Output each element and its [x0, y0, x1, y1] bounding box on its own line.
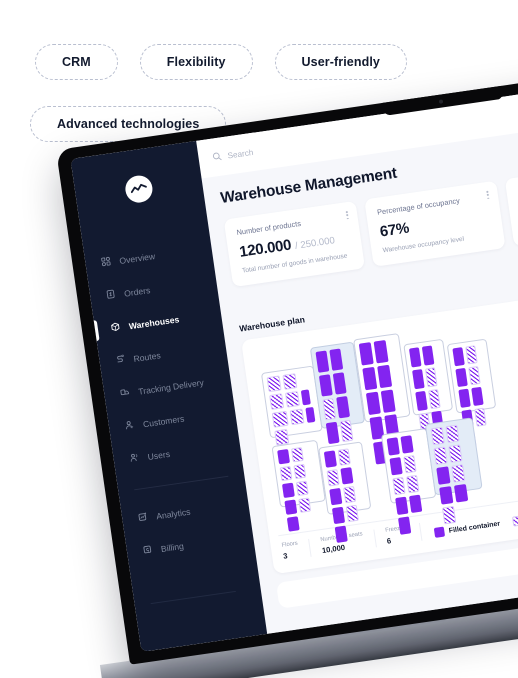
legend-free-container: Free container: [512, 508, 518, 527]
tag-pill-flexibility[interactable]: Flexibility: [139, 44, 253, 80]
legend-swatch-free-icon: [512, 515, 518, 527]
grid-icon: [101, 256, 111, 268]
chart-icon: [138, 512, 148, 524]
legend-label: Filled container: [448, 520, 501, 535]
webcam-icon: [438, 98, 444, 104]
warehouse-plan-canvas[interactable]: + –: [251, 297, 518, 543]
kpi-value-sub: / 250.000: [294, 235, 336, 252]
kpi-value-main: 120.000: [238, 236, 293, 261]
plan-zone[interactable]: [403, 338, 454, 455]
plan-zone[interactable]: [446, 338, 497, 450]
stat-value: 6: [386, 536, 392, 546]
stat-value: 3: [282, 551, 289, 561]
sidebar-item-label: Analytics: [155, 506, 191, 521]
sidebar-item-label: Overview: [118, 250, 156, 266]
sidebar-item-label: Tracking Delivery: [137, 376, 205, 397]
warehouse-plan-card: + – Floors 3 Number of seats: [241, 286, 518, 575]
kpi-card-third-truncated[interactable]: Number 34 Number: [504, 163, 518, 247]
stat-floors: Floors 3: [279, 538, 312, 561]
sidebar-footer-divider: [150, 590, 236, 605]
app-screen: Overview Orders Warehouses Routes Tracki…: [70, 82, 518, 652]
kpi-card-percentage-of-occupancy[interactable]: Percentage of occupancy 67% Warehouse oc…: [364, 180, 506, 267]
tag-pill-user-friendly[interactable]: User-friendly: [274, 44, 407, 80]
truck-icon: [120, 387, 130, 399]
logo-wrap: [74, 167, 204, 212]
sidebar-item-label: Customers: [142, 413, 185, 429]
legend-swatch-filled-icon: [433, 526, 445, 538]
laptop-bezel: Overview Orders Warehouses Routes Tracki…: [56, 70, 518, 665]
wave-circle-logo-icon[interactable]: [123, 173, 155, 205]
tag-pill-crm[interactable]: CRM: [35, 44, 118, 80]
plan-legend: Filled container Free container: [420, 508, 518, 541]
plan-zone[interactable]: [318, 441, 372, 543]
stat-value: 10,000: [321, 542, 346, 556]
sidebar-divider: [134, 475, 229, 491]
kpi-card-number-of-products[interactable]: Number of products 120.000 / 250.000 Tot…: [223, 200, 366, 288]
sidebar-item-label: Users: [146, 448, 171, 462]
kebab-menu-icon[interactable]: [486, 190, 490, 200]
search-placeholder: Search: [226, 147, 254, 161]
sidebar-item-label: Billing: [160, 540, 185, 554]
billing-icon: [142, 544, 152, 556]
search-icon: [212, 151, 222, 163]
screenshot-root: CRM Flexibility User-friendly Advanced t…: [0, 0, 518, 678]
laptop-mockup: Overview Orders Warehouses Routes Tracki…: [56, 70, 518, 678]
stat-label: Floors: [281, 540, 299, 549]
sidebar-nav-secondary: Analytics Billing: [120, 486, 255, 569]
stat-freezers: Freezers 6: [374, 522, 422, 548]
plan-zone-selected[interactable]: [424, 417, 483, 525]
user-icon: [124, 420, 134, 432]
users-icon: [129, 452, 139, 464]
kebab-menu-icon[interactable]: [346, 211, 349, 220]
sidebar-item-label: Orders: [123, 284, 151, 299]
sidebar-item-label: Warehouses: [128, 313, 180, 331]
sidebar-item-label: Routes: [132, 349, 162, 364]
box-icon: [110, 322, 120, 334]
kpi-value-main: 67%: [378, 219, 411, 241]
route-icon: [115, 354, 125, 366]
document-icon: [106, 289, 116, 301]
tag-pill-row-1: CRM Flexibility User-friendly: [35, 44, 407, 80]
